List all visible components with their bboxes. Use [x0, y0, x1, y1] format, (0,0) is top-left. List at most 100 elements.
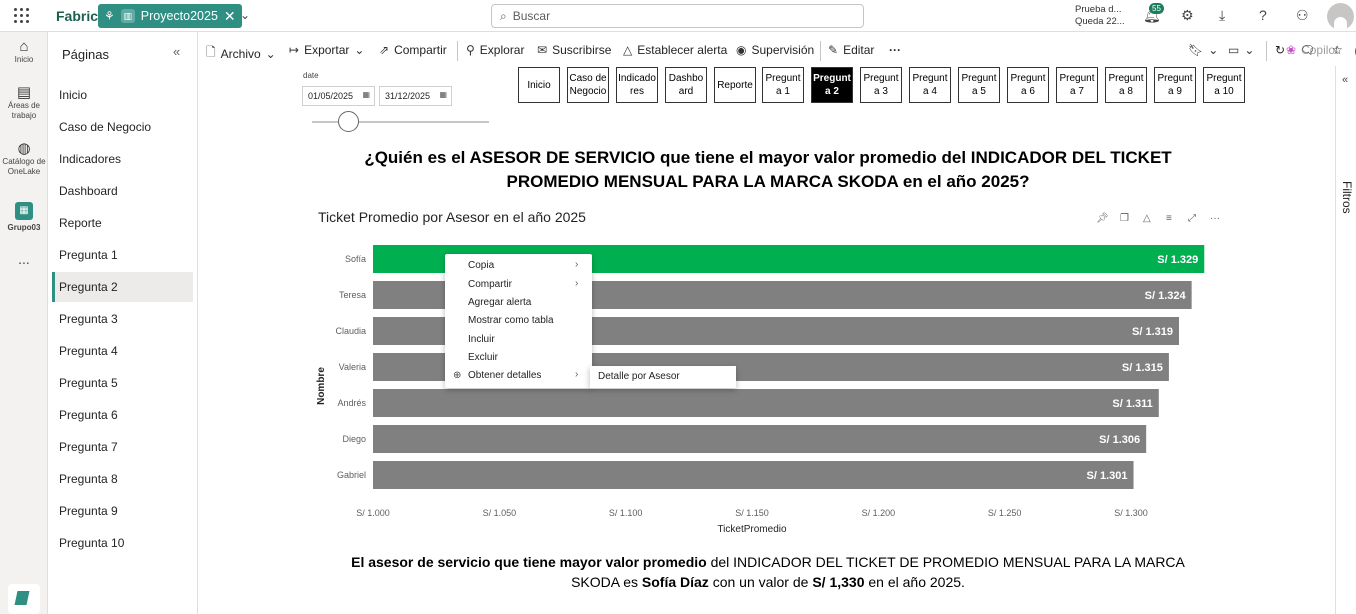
nav-button-pregunta-2[interactable]: Pregunta 2	[811, 67, 853, 103]
supervision-button[interactable]: ◉ Supervisión	[736, 43, 814, 57]
page-item-caso-de-negocio[interactable]: Caso de Negocio	[52, 112, 193, 142]
fabric-logo-icon[interactable]	[8, 584, 40, 614]
favorite-star-icon[interactable]: ☆	[1332, 43, 1343, 57]
menu-item-obtener-detalles[interactable]: Obtener detalles	[468, 370, 541, 381]
nav-button-caso-de-negocio[interactable]: Caso de Negocio	[567, 67, 609, 103]
menu-item-copia[interactable]: Copia	[468, 260, 494, 271]
category-label: Teresa	[339, 290, 366, 300]
filters-pane[interactable]: « Filtros	[1335, 66, 1356, 614]
gear-icon[interactable]: ⚙	[1181, 7, 1194, 24]
page-item-pregunta-4[interactable]: Pregunta 4	[52, 336, 193, 366]
page-item-pregunta-9[interactable]: Pregunta 9	[52, 496, 193, 526]
exportar-button[interactable]: ↦ Exportar ⌄	[289, 43, 364, 57]
download-icon[interactable]: ⤓	[1219, 7, 1225, 24]
filter-icon[interactable]: ≡	[1166, 213, 1172, 224]
page-item-pregunta-7[interactable]: Pregunta 7	[52, 432, 193, 462]
editar-button[interactable]: ✎ Editar	[828, 43, 874, 57]
nav-button-reporte[interactable]: Reporte	[714, 67, 756, 103]
pin-icon[interactable]: 📌︎	[1096, 213, 1109, 224]
help-icon[interactable]: ?	[1259, 7, 1267, 23]
avatar[interactable]	[1327, 3, 1354, 30]
page-item-dashboard[interactable]: Dashboard	[52, 176, 193, 206]
explorar-button[interactable]: ⚲ Explorar	[466, 43, 524, 57]
menu-item-compartir[interactable]: Compartir	[468, 279, 512, 290]
alert-icon[interactable]: △	[1143, 213, 1151, 224]
nav-button-pregunta-7[interactable]: Pregunta 7	[1056, 67, 1098, 103]
menu-item-agregar-alerta[interactable]: Agregar alerta	[468, 297, 531, 308]
establecer-alerta-button[interactable]: △ Establecer alerta	[623, 43, 727, 57]
bar-diego[interactable]	[373, 425, 1147, 453]
compartir-button[interactable]: ⇗ Compartir	[379, 43, 447, 57]
rail-item-inicio[interactable]: ⌂ Inicio	[0, 38, 48, 65]
home-icon: ⌂	[19, 38, 29, 55]
nav-button-inicio[interactable]: Inicio	[518, 67, 560, 103]
archivo-button[interactable]: 🗋︎ Archivo ⌄	[206, 43, 276, 64]
copy-icon[interactable]: ❐	[1120, 213, 1129, 224]
page-item-pregunta-10[interactable]: Pregunta 10	[52, 528, 193, 558]
nav-button-pregunta-6[interactable]: Pregunta 6	[1007, 67, 1049, 103]
report-icon: ▥	[120, 9, 135, 23]
date-slider-handle[interactable]	[338, 111, 359, 132]
nav-button-pregunta-3[interactable]: Pregunta 3	[860, 67, 902, 103]
close-icon[interactable]: ✕	[224, 8, 236, 25]
menu-item-incluir[interactable]: Incluir	[468, 334, 495, 345]
chevron-right-icon: ›	[575, 369, 579, 380]
focus-mode-icon[interactable]: ⤢	[1188, 213, 1196, 224]
search-input[interactable]: ⌕ Buscar	[491, 4, 864, 28]
comment-icon[interactable]: 🗨︎	[1300, 43, 1315, 57]
chevron-down-icon[interactable]: ⌄	[240, 8, 250, 22]
page-item-pregunta-6[interactable]: Pregunta 6	[52, 400, 193, 430]
nav-button-pregunta-8[interactable]: Pregunta 8	[1105, 67, 1147, 103]
more-options-icon[interactable]: ···	[1210, 213, 1220, 224]
suscribirse-button[interactable]: ✉ Suscribirse	[537, 43, 611, 57]
nav-button-pregunta-1[interactable]: Pregunta 1	[762, 67, 804, 103]
page-item-indicadores[interactable]: Indicadores	[52, 144, 193, 174]
expand-filters-icon[interactable]: «	[1342, 74, 1348, 86]
menu-item-mostrar-como-tabla[interactable]: Mostrar como tabla	[468, 315, 554, 326]
nav-button-pregunta-5[interactable]: Pregunta 5	[958, 67, 1000, 103]
chevron-down-icon: ⌄	[1244, 43, 1255, 57]
share-people-icon[interactable]: ⚇	[1296, 7, 1309, 24]
reload-icon[interactable]: ↻	[1275, 43, 1285, 57]
workspace-tab[interactable]: ⚘ ▥ Proyecto2025 ✕	[98, 4, 242, 28]
bar-chart[interactable]: Sofía S/ 1.329 Teresa S/ 1.324 Claudia S/ 1.3…	[298, 236, 1238, 546]
x-tick-label: S/ 1.100	[609, 508, 643, 518]
rail-item-areas[interactable]: ▤ Áreas de trabajo	[0, 84, 48, 121]
rail-item-onelake[interactable]: ◍ Catálogo de OneLake	[0, 141, 48, 177]
bar-andrés[interactable]	[373, 389, 1159, 417]
subscribe-icon: ✉	[537, 43, 548, 57]
page-item-pregunta-8[interactable]: Pregunta 8	[52, 464, 193, 494]
supervision-label: Supervisión	[751, 43, 815, 57]
nav-button-dashboard[interactable]: Dashboard	[665, 67, 707, 103]
bookmark-button[interactable]: 🔖︎ ⌄	[1188, 43, 1218, 57]
explore-icon: ⚲	[466, 43, 475, 57]
data-label: S/ 1.306	[1099, 434, 1140, 446]
top-bar: Fabric ⚘ ▥ Proyecto2025 ✕ ⌄ ⌕ Buscar Pru…	[0, 0, 1356, 32]
date-to-input[interactable]: 31/12/2025 ▦	[379, 86, 452, 106]
page-item-pregunta-2[interactable]: Pregunta 2	[52, 272, 193, 302]
more-options-button[interactable]: ···	[889, 43, 901, 57]
rail-item-grupo03[interactable]: ▦ Grupo03	[0, 202, 48, 233]
menu-item-excluir[interactable]: Excluir	[468, 352, 498, 363]
brand-label[interactable]: Fabric	[56, 8, 98, 24]
page-item-pregunta-3[interactable]: Pregunta 3	[52, 304, 193, 334]
x-tick-label: S/ 1.200	[862, 508, 896, 518]
page-item-pregunta-5[interactable]: Pregunta 5	[52, 368, 193, 398]
more-icon[interactable]: ...	[0, 252, 48, 266]
page-item-reporte[interactable]: Reporte	[52, 208, 193, 238]
nav-button-pregunta-4[interactable]: Pregunta 4	[909, 67, 951, 103]
submenu-detalle-por-asesor[interactable]: Detalle por Asesor	[590, 366, 736, 388]
workspaces-icon: ▤	[16, 84, 32, 101]
page-item-pregunta-1[interactable]: Pregunta 1	[52, 240, 193, 270]
page-item-inicio[interactable]: Inicio	[52, 80, 193, 110]
x-tick-label: S/ 1.000	[356, 508, 390, 518]
view-button[interactable]: ▭ ⌄	[1228, 43, 1254, 57]
collapse-icon[interactable]: «	[173, 44, 180, 59]
trial-status[interactable]: Prueba d... Queda 22...	[1075, 4, 1125, 28]
nav-button-pregunta-9[interactable]: Pregunta 9	[1154, 67, 1196, 103]
nav-button-pregunta-10[interactable]: Pregunta 10	[1203, 67, 1245, 103]
date-from-input[interactable]: 01/05/2025 ▦	[302, 86, 375, 106]
nav-button-indicadores[interactable]: Indicadores	[616, 67, 658, 103]
waffle-icon[interactable]	[14, 8, 30, 24]
bar-gabriel[interactable]	[373, 461, 1134, 489]
